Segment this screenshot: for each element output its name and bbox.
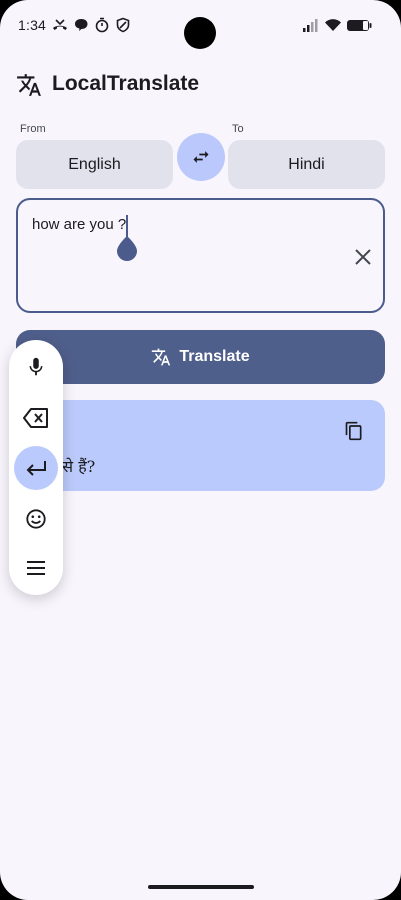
swap-icon bbox=[193, 151, 209, 163]
shield-icon bbox=[116, 17, 130, 33]
copy-icon[interactable] bbox=[344, 421, 364, 441]
from-language-value: English bbox=[68, 155, 121, 173]
status-bar: 1:34 bbox=[0, 0, 401, 52]
to-language-selector[interactable]: Hindi bbox=[228, 140, 385, 189]
timer-icon bbox=[95, 17, 109, 33]
menu-icon bbox=[27, 561, 45, 575]
chat-bubble-icon bbox=[75, 19, 88, 31]
voice-input-button[interactable] bbox=[13, 344, 59, 390]
enter-icon bbox=[26, 461, 46, 476]
from-language-selector[interactable]: English bbox=[16, 140, 173, 189]
to-language-value: Hindi bbox=[288, 155, 325, 173]
emoji-button[interactable] bbox=[13, 496, 59, 542]
source-text: how are you ? bbox=[32, 216, 127, 233]
close-icon[interactable] bbox=[351, 245, 375, 269]
app-bar: LocalTranslate bbox=[0, 62, 401, 108]
translate-button-label: Translate bbox=[179, 348, 250, 365]
from-label: From bbox=[20, 123, 46, 135]
front-camera bbox=[184, 17, 216, 49]
home-indicator[interactable] bbox=[148, 885, 254, 889]
backspace-icon bbox=[23, 408, 48, 428]
cursor-handle[interactable] bbox=[116, 236, 138, 262]
status-time: 1:34 bbox=[18, 17, 47, 33]
translation-result-card: कैसे हैं? bbox=[16, 400, 385, 491]
translate-button[interactable]: Translate bbox=[16, 330, 385, 384]
translate-icon bbox=[17, 74, 41, 96]
wifi-icon bbox=[325, 19, 341, 31]
translate-icon bbox=[152, 348, 171, 366]
menu-button[interactable] bbox=[13, 545, 59, 591]
phone-screen: 1:34 LocalTranslate From To English Hind… bbox=[0, 0, 401, 900]
floating-keyboard-toolbar bbox=[9, 340, 63, 595]
signal-icon bbox=[303, 19, 318, 32]
swap-languages-button[interactable] bbox=[177, 133, 225, 181]
enter-button[interactable] bbox=[14, 446, 58, 490]
microphone-icon bbox=[29, 357, 43, 376]
source-text-input[interactable]: how are you ? bbox=[16, 198, 385, 313]
app-title: LocalTranslate bbox=[52, 72, 200, 95]
emoji-icon bbox=[26, 509, 46, 529]
backspace-button[interactable] bbox=[13, 395, 59, 441]
missed-call-icon bbox=[53, 19, 67, 30]
battery-icon bbox=[347, 20, 372, 31]
to-label: To bbox=[232, 123, 244, 135]
